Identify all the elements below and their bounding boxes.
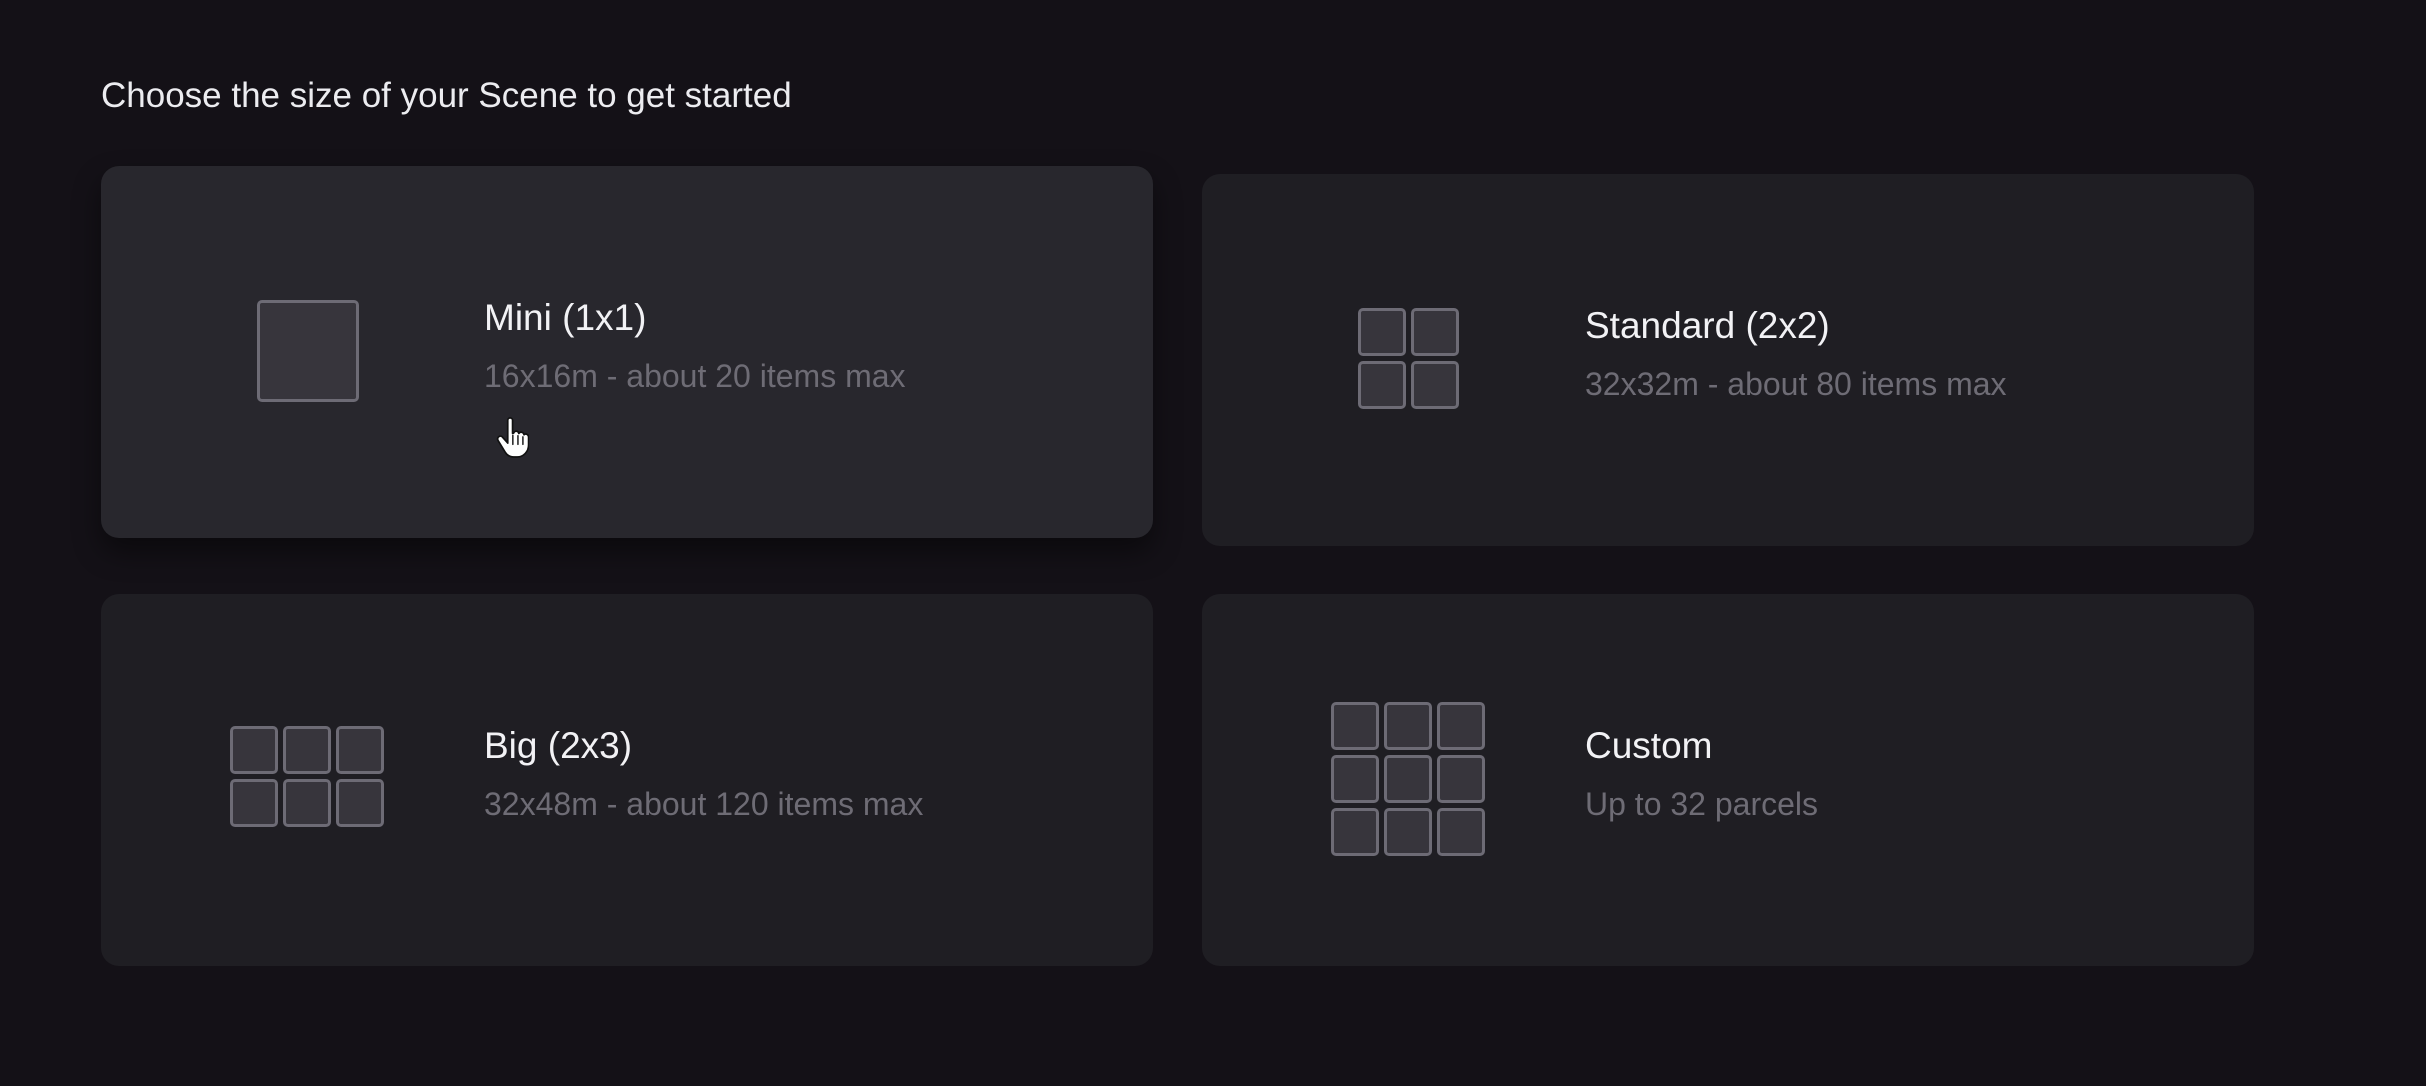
card-title: Big (2x3)	[484, 725, 633, 766]
grid-3x2-icon	[230, 726, 384, 827]
scene-size-card-mini[interactable]: Mini (1x1) 16x16m - about 20 items max	[101, 166, 1153, 538]
grid-3x3-icon	[1331, 702, 1485, 856]
scene-size-card-custom[interactable]: Custom Up to 32 parcels	[1202, 594, 2254, 966]
card-description: 16x16m - about 20 items max	[484, 358, 906, 394]
card-title: Mini (1x1)	[484, 297, 647, 338]
single-parcel-icon	[257, 300, 359, 402]
scene-size-card-big[interactable]: Big (2x3) 32x48m - about 120 items max	[101, 594, 1153, 966]
card-title: Standard (2x2)	[1585, 305, 1830, 346]
scene-size-page: Choose the size of your Scene to get sta…	[0, 0, 2426, 1086]
card-description: 32x32m - about 80 items max	[1585, 366, 2007, 402]
card-title: Custom	[1585, 725, 1713, 766]
page-title: Choose the size of your Scene to get sta…	[101, 76, 792, 115]
card-description: 32x48m - about 120 items max	[484, 786, 924, 822]
card-description: Up to 32 parcels	[1585, 786, 1819, 822]
scene-size-card-standard[interactable]: Standard (2x2) 32x32m - about 80 items m…	[1202, 174, 2254, 546]
grid-2x2-icon	[1358, 308, 1459, 409]
